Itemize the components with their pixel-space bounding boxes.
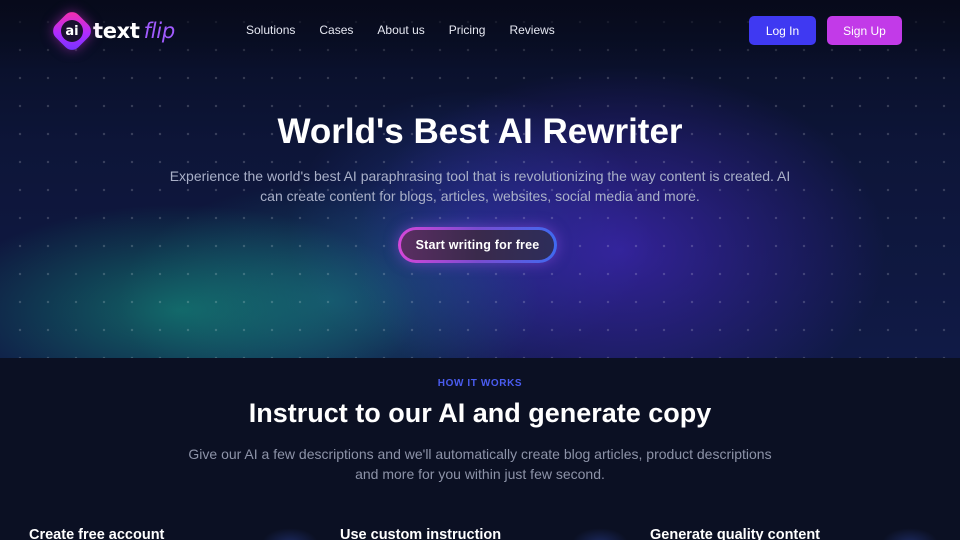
main-nav-links: Solutions Cases About us Pricing Reviews xyxy=(246,22,579,38)
step-2-decoration xyxy=(572,528,628,540)
start-writing-button-label: Start writing for free xyxy=(401,230,554,260)
how-it-works-title: Instruct to our AI and generate copy xyxy=(248,398,712,428)
nav-link-pricing[interactable]: Pricing xyxy=(449,22,486,38)
signup-button[interactable]: Sign Up xyxy=(827,16,902,45)
how-it-works-subtitle: Give our AI a few descriptions and we'll… xyxy=(188,446,772,482)
logo-text-part2: flip xyxy=(143,19,176,43)
nav-link-about-us[interactable]: About us xyxy=(377,22,424,38)
nav-link-cases[interactable]: Cases xyxy=(319,22,353,38)
nav-link-solutions[interactable]: Solutions xyxy=(246,22,295,38)
step-3-decoration xyxy=(882,528,938,540)
hero-title: World's Best AI Rewriter xyxy=(277,112,683,151)
logo-text-part1: text xyxy=(93,19,140,43)
start-writing-button[interactable]: Start writing for free xyxy=(398,227,557,263)
brand-logo[interactable]: ai text flip xyxy=(49,8,176,54)
step-1-title: Create free account xyxy=(29,527,165,540)
nav-link-reviews[interactable]: Reviews xyxy=(509,22,554,38)
top-navbar: ai text flip Solutions Cases About us Pr… xyxy=(0,0,960,62)
hero-subtitle: Experience the world's best AI paraphras… xyxy=(169,168,791,204)
step-1-decoration xyxy=(262,528,318,540)
logo-mark-text: ai xyxy=(61,20,83,42)
how-it-works-section: HOW IT WORKS Instruct to our AI and gene… xyxy=(0,358,960,540)
logo-diamond-icon: ai xyxy=(49,8,95,54)
step-2-title: Use custom instruction xyxy=(340,527,502,540)
step-3-title: Generate quality content xyxy=(650,527,821,540)
how-it-works-eyebrow: HOW IT WORKS xyxy=(437,378,523,389)
login-button[interactable]: Log In xyxy=(749,16,816,45)
